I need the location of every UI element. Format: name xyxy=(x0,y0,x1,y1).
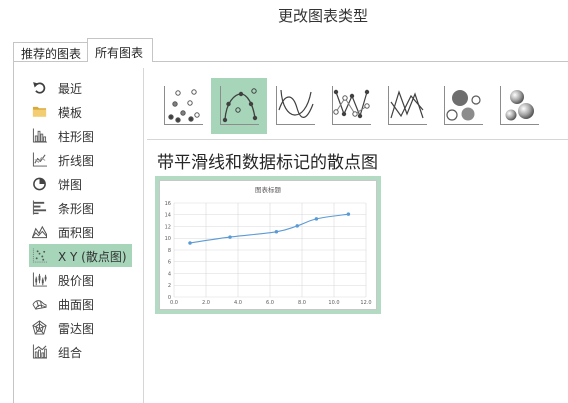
series-line xyxy=(189,213,349,244)
sidebar-item-templates[interactable]: 模板 xyxy=(29,100,132,123)
preview-chart: 图表标题 02468101214160.0 2.0 4.0 6.0 8.0 10.0 12.… xyxy=(165,185,372,306)
sidebar-item-label: 组合 xyxy=(58,346,83,360)
y-tick-label: 4 xyxy=(168,271,171,277)
x-tick-label: 12.0 xyxy=(360,300,371,306)
sidebar-item-label: 柱形图 xyxy=(58,130,95,144)
tab-all-charts[interactable]: 所有图表 xyxy=(87,38,153,62)
sidebar-item-combo[interactable]: 组合 xyxy=(29,340,132,363)
y-tick-label: 2 xyxy=(168,283,171,289)
sidebar-item-column[interactable]: 柱形图 xyxy=(29,124,132,147)
sidebar-item-label: 面积图 xyxy=(58,226,95,240)
x-tick-label: 8.0 xyxy=(298,300,306,306)
sidebar-item-radar[interactable]: 雷达图 xyxy=(29,316,132,339)
bar-chart-icon xyxy=(32,200,47,215)
subtype-divider xyxy=(147,139,568,140)
tab-label: 推荐的图表 xyxy=(21,47,82,61)
change-chart-type-dialog: 更改图表类型 推荐的图表 所有图表 最近 模板 柱形图 折线图 饼图 条形图 面… xyxy=(0,0,568,403)
surface-chart-icon xyxy=(32,300,47,310)
data-point xyxy=(274,230,279,234)
subtype-bubble[interactable] xyxy=(435,78,491,134)
subtype-scatter-straight-lines[interactable] xyxy=(379,78,435,134)
x-tick-label: 10.0 xyxy=(328,300,339,306)
sidebar-item-label: 条形图 xyxy=(58,202,95,216)
x-tick-label: 4.0 xyxy=(234,300,242,306)
column-chart-icon xyxy=(32,128,47,143)
sidebar-item-label: 模板 xyxy=(58,106,83,120)
x-tick-label: 6.0 xyxy=(266,300,274,306)
y-tick-label: 10 xyxy=(165,236,171,242)
subtype-scatter-smooth-lines[interactable] xyxy=(267,78,323,134)
data-point xyxy=(228,235,232,239)
scatter-straight-lines-markers-icon xyxy=(332,86,371,125)
sidebar-item-label: 饼图 xyxy=(58,178,83,192)
sidebar-item-label: 雷达图 xyxy=(58,322,95,336)
scatter-markers-icon xyxy=(164,86,203,125)
data-point xyxy=(188,241,192,245)
sidebar-item-surface[interactable]: 曲面图 xyxy=(29,292,132,315)
sidebar-item-stock[interactable]: 股价图 xyxy=(29,268,132,291)
sidebar-item-line[interactable]: 折线图 xyxy=(29,148,132,171)
subtype-scatter-straight-lines-markers[interactable] xyxy=(323,78,379,134)
subtype-3d-bubble[interactable] xyxy=(491,78,547,134)
recent-icon xyxy=(33,82,46,94)
pie-chart-icon xyxy=(33,177,46,191)
subtype-heading: 带平滑线和数据标记的散点图 xyxy=(157,153,378,173)
x-tick-label: 2.0 xyxy=(202,300,210,306)
3d-bubble-icon xyxy=(500,86,539,125)
chart-preview[interactable]: 图表标题 0 2 4 6 8 10 12 14 16 0.0 2.0 4.0 6.0 8.0 10.0 12.… xyxy=(155,176,381,314)
subtype-scatter-smooth-lines-markers[interactable] xyxy=(211,78,267,134)
sidebar-item-bar[interactable]: 条形图 xyxy=(29,196,132,219)
tab-label: 所有图表 xyxy=(95,46,144,60)
y-tick-label: 6 xyxy=(168,260,171,266)
tab-recommended-charts[interactable]: 推荐的图表 xyxy=(13,42,88,61)
bubble-icon xyxy=(444,86,483,125)
scatter-chart-icon xyxy=(32,248,47,263)
sidebar-item-label: X Y (散点图) xyxy=(58,250,127,264)
folder-icon xyxy=(32,106,47,117)
sidebar-item-label: 曲面图 xyxy=(58,298,95,312)
data-point xyxy=(346,212,351,216)
subtype-scatter-markers[interactable] xyxy=(155,78,211,134)
sidebar-item-label: 最近 xyxy=(58,82,83,96)
y-tick-label: 8 xyxy=(168,248,171,254)
chart-title: 图表标题 xyxy=(255,185,282,194)
combo-chart-icon xyxy=(32,344,47,359)
gridlines xyxy=(173,202,367,298)
y-tick-label: 14 xyxy=(165,213,171,219)
radar-chart-icon xyxy=(32,320,47,335)
line-chart-icon xyxy=(32,152,47,167)
sidebar-item-xy-scatter[interactable]: X Y (散点图) xyxy=(29,244,132,267)
data-point xyxy=(314,217,319,221)
sidebar-item-label: 折线图 xyxy=(58,154,95,168)
y-tick-label: 12 xyxy=(165,224,171,230)
area-chart-icon xyxy=(32,225,47,239)
sidebar-item-label: 股价图 xyxy=(58,274,95,288)
sidebar-divider xyxy=(143,68,144,403)
x-tick-label: 0.0 xyxy=(170,300,178,306)
scatter-straight-lines-icon xyxy=(388,86,427,125)
stock-chart-icon xyxy=(32,272,47,287)
data-point xyxy=(295,224,299,228)
tab-content-border-left xyxy=(13,61,14,403)
scatter-smooth-lines-icon xyxy=(276,86,315,125)
y-tick-label: 16 xyxy=(165,201,171,207)
scatter-smooth-lines-markers-icon xyxy=(220,86,259,125)
chart-area: 图表标题 0 2 4 6 8 10 12 14 16 0.0 2.0 4.0 6.0 8.0 10.0 12.… xyxy=(159,180,377,310)
dialog-title: 更改图表类型 xyxy=(278,7,369,25)
sidebar-item-area[interactable]: 面积图 xyxy=(29,220,132,243)
sidebar-item-pie[interactable]: 饼图 xyxy=(29,172,132,195)
sidebar-item-recent[interactable]: 最近 xyxy=(29,76,132,99)
